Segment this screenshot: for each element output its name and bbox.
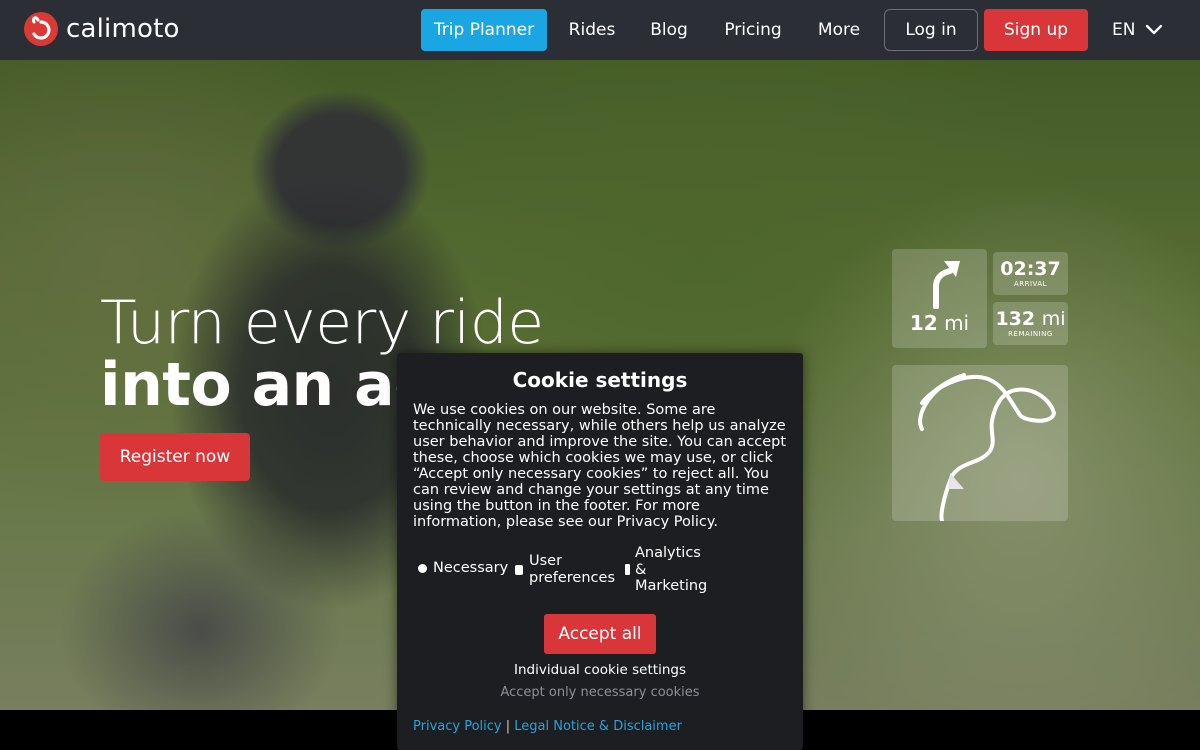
language-selector[interactable]: EN bbox=[1112, 9, 1163, 51]
arrival-time: 02:37 bbox=[1000, 258, 1061, 280]
turn-distance: 12 mi bbox=[909, 311, 970, 335]
nav-trip-planner[interactable]: Trip Planner bbox=[421, 9, 547, 51]
cookie-title: Cookie settings bbox=[512, 368, 688, 392]
top-navbar: calimoto Trip Planner Rides Blog Pricing… bbox=[0, 0, 1200, 60]
route-line-icon bbox=[918, 373, 1056, 521]
cookie-option-analytics[interactable]: Analytics & Marketing bbox=[625, 545, 709, 595]
cookie-description: We use cookies on our website. Some are … bbox=[413, 402, 787, 530]
analytics-label: Analytics & Marketing bbox=[635, 545, 708, 594]
turn-right-arrow-icon bbox=[933, 261, 960, 309]
user-preferences-label: User preferences bbox=[529, 553, 615, 586]
nav-rides[interactable]: Rides bbox=[562, 9, 622, 51]
cookie-settings-dialog: Cookie settings We use cookies on our we… bbox=[397, 353, 803, 750]
accept-all-button[interactable]: Accept all bbox=[544, 614, 656, 654]
signup-button[interactable]: Sign up bbox=[984, 9, 1088, 51]
calimoto-logo-icon bbox=[24, 12, 58, 46]
hero-title-line1: Turn every ride bbox=[100, 288, 544, 358]
arrival-label: ARRIVAL bbox=[1013, 280, 1048, 288]
nav-more[interactable]: More bbox=[810, 9, 868, 51]
cookie-option-necessary[interactable]: Necessary bbox=[418, 560, 508, 577]
nav-blog[interactable]: Blog bbox=[644, 9, 694, 51]
accept-necessary-link[interactable]: Accept only necessary cookies bbox=[397, 685, 803, 700]
remaining-distance: 132 mi bbox=[995, 308, 1066, 330]
legal-notice-link[interactable]: Legal Notice & Disclaimer bbox=[514, 719, 682, 734]
nav-pricing[interactable]: Pricing bbox=[718, 9, 788, 51]
legal-links: Privacy Policy | Legal Notice & Disclaim… bbox=[413, 719, 682, 734]
individual-settings-link[interactable]: Individual cookie settings bbox=[397, 662, 803, 678]
user-preferences-checkbox[interactable] bbox=[515, 564, 523, 575]
remaining-distance-card: 132 mi REMAINING bbox=[993, 302, 1068, 345]
chevron-down-icon bbox=[1146, 24, 1163, 35]
route-map-card bbox=[892, 365, 1068, 521]
arrival-time-card: 02:37 ARRIVAL bbox=[993, 252, 1068, 295]
analytics-checkbox[interactable] bbox=[625, 564, 630, 576]
privacy-policy-link[interactable]: Privacy Policy bbox=[413, 719, 502, 734]
brand-logo[interactable]: calimoto bbox=[24, 12, 180, 46]
brand-name: calimoto bbox=[66, 14, 180, 44]
link-separator: | bbox=[505, 719, 511, 734]
turn-instruction-card: 12 mi bbox=[892, 249, 987, 348]
necessary-checkbox[interactable] bbox=[418, 563, 427, 573]
login-button[interactable]: Log in bbox=[884, 9, 978, 51]
remaining-label: REMAINING bbox=[1008, 330, 1053, 338]
cookie-option-user-preferences[interactable]: User preferences bbox=[515, 553, 621, 586]
language-label: EN bbox=[1112, 20, 1136, 40]
necessary-label: Necessary bbox=[433, 560, 509, 576]
register-now-button[interactable]: Register now bbox=[100, 433, 250, 481]
